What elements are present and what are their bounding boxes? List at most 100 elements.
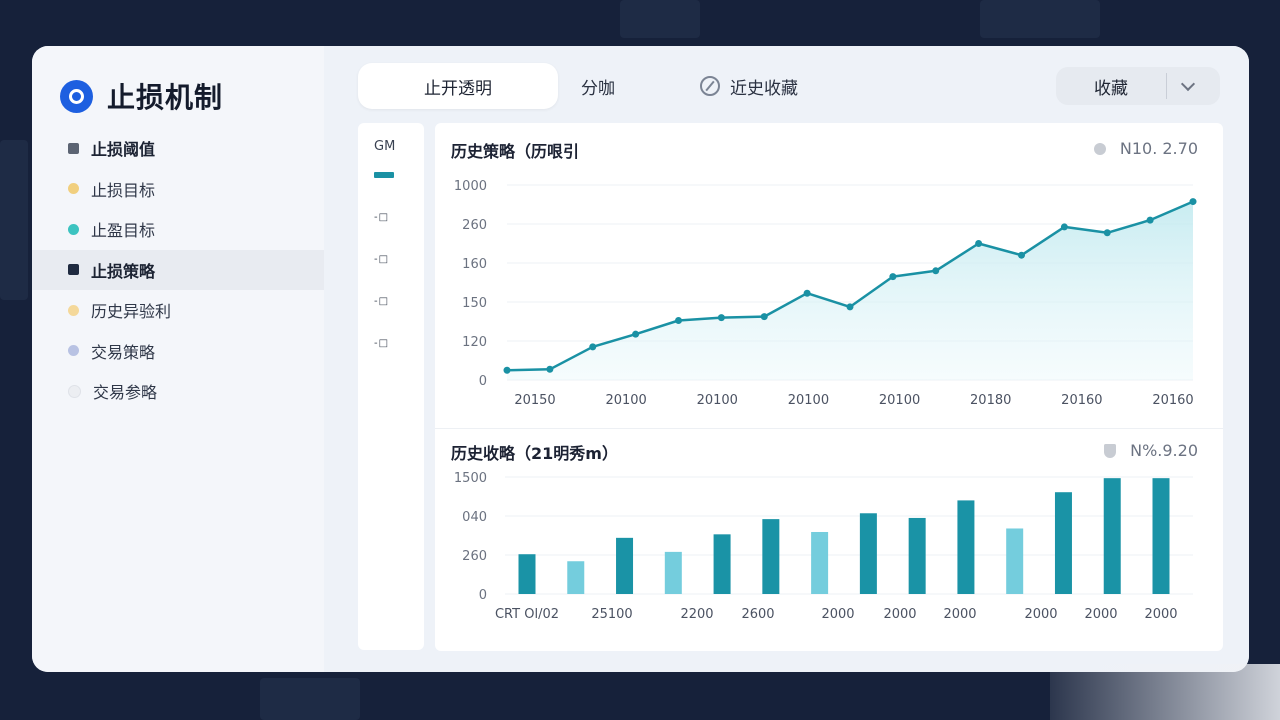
data-point xyxy=(503,366,511,374)
charts-panel: 历史策略（历哏引 N10. 2.70 0 120 150 160 260 1000 2015… xyxy=(435,123,1223,651)
line-chart-title: 历史策略（历哏引 xyxy=(451,142,580,161)
dot-icon xyxy=(1093,142,1106,155)
sidebar-item-label: 止损目标 xyxy=(91,180,156,200)
bullet-icon xyxy=(68,304,79,316)
tab-split[interactable]: 分咖 xyxy=(581,63,615,109)
data-point xyxy=(589,343,597,351)
bullet-icon xyxy=(68,183,79,194)
series-toggle[interactable]: -□ xyxy=(374,212,389,223)
x-tick-label: 2200 xyxy=(680,607,713,622)
ring-logo-icon xyxy=(60,79,93,113)
sidebar-item-label: 交易参略 xyxy=(93,383,158,402)
sidebar: 止损机制 止损阈值止损目标止盈目标止损策略历史异验利交易策略交易参略 xyxy=(32,46,324,672)
y-tick-label: 260 xyxy=(462,549,487,564)
page-title: 止损机制 xyxy=(107,81,224,114)
x-tick-label: 2000 xyxy=(821,607,854,622)
divider xyxy=(1166,73,1167,99)
bar xyxy=(859,513,877,594)
bullet-icon xyxy=(68,264,79,275)
data-point xyxy=(1103,229,1111,237)
brand: 止损机制 xyxy=(60,76,223,116)
watermark xyxy=(1050,664,1280,720)
bar xyxy=(567,561,585,594)
bullet-icon xyxy=(68,384,81,398)
line-chart: 0 120 150 160 260 1000 20150 20100 20100 20100 201… xyxy=(454,179,1197,408)
bar xyxy=(664,551,682,594)
bar-chart-stat-value: N%.9.20 xyxy=(1130,441,1198,460)
y-tick-label: 0 xyxy=(479,374,487,389)
sidebar-item[interactable]: 止损阈值 xyxy=(32,128,324,168)
background-tile xyxy=(0,140,28,300)
main-area: 止开透明 分咖 近史收藏 收藏 GM -□ -□ -□ -□ 历史策略（历哏引 … xyxy=(328,46,1249,672)
line-chart-stat-value: N10. 2.70 xyxy=(1119,139,1198,158)
active-series-indicator[interactable] xyxy=(374,172,394,178)
main-window: 止损机制 止损阈值止损目标止盈目标止损策略历史异验利交易策略交易参略 止开透明 … xyxy=(32,46,1249,672)
x-tick-label: 20160 xyxy=(1152,393,1193,408)
series-selector-panel: GM -□ -□ -□ -□ xyxy=(358,123,424,650)
bar xyxy=(1152,478,1170,594)
divider xyxy=(435,428,1223,429)
y-tick-label: 120 xyxy=(462,335,487,350)
data-point xyxy=(803,289,811,297)
bullet-icon xyxy=(68,142,79,154)
background-tile xyxy=(260,678,360,720)
data-point xyxy=(975,240,983,247)
sidebar-item[interactable]: 交易参略 xyxy=(32,371,324,411)
y-tick-label: 0 xyxy=(479,588,487,603)
area-fill xyxy=(507,201,1193,380)
y-tick-label: 160 xyxy=(462,257,487,272)
series-toggle[interactable]: -□ xyxy=(374,254,389,265)
sidebar-nav: 止损阈值止损目标止盈目标止损策略历史异验利交易策略交易参略 xyxy=(32,128,324,412)
bar xyxy=(762,519,780,594)
line-chart-stat: N10. 2.70 xyxy=(1093,139,1198,158)
y-tick-label: 1500 xyxy=(454,471,487,486)
sidebar-item[interactable]: 止盈目标 xyxy=(32,209,324,249)
bullet-icon xyxy=(68,223,79,235)
x-tick-label: 2000 xyxy=(883,607,916,622)
bar-chart: 0 260 040 1500 CRT Ol/02 25100 2200 2600 2000 200… xyxy=(454,471,1193,622)
y-tick-label: 260 xyxy=(462,218,487,233)
data-point xyxy=(889,273,897,281)
sidebar-item-label: 止损策略 xyxy=(91,261,156,281)
tab-stop-transparent[interactable]: 止开透明 xyxy=(358,63,558,109)
bar xyxy=(713,534,731,594)
x-tick-label: 2000 xyxy=(1024,607,1057,622)
x-tick-label: 20100 xyxy=(697,393,738,408)
x-tick-label: 2600 xyxy=(741,607,774,622)
data-point xyxy=(675,317,682,325)
x-tick-label: 20100 xyxy=(879,393,920,408)
x-tick-label: 20100 xyxy=(605,393,646,408)
sidebar-item[interactable]: 止损策略 xyxy=(32,249,324,290)
data-point xyxy=(1018,251,1025,259)
bar xyxy=(518,554,536,594)
compass-icon xyxy=(700,76,720,96)
x-tick-label: 20150 xyxy=(514,393,555,408)
sidebar-item[interactable]: 交易策略 xyxy=(32,331,324,371)
background-tile xyxy=(620,0,700,38)
data-point xyxy=(1060,223,1068,231)
sidebar-item[interactable]: 历史异验利 xyxy=(32,290,324,330)
y-tick-label: 040 xyxy=(462,510,487,525)
series-selector-label: GM xyxy=(374,139,396,154)
sidebar-item-label: 止损阈值 xyxy=(91,140,156,159)
sidebar-item-label: 历史异验利 xyxy=(91,302,172,321)
data-point xyxy=(1146,216,1154,224)
bar xyxy=(957,500,975,594)
shield-icon xyxy=(1104,443,1117,458)
favorite-dropdown[interactable]: 收藏 xyxy=(1056,67,1220,105)
bar xyxy=(1054,492,1072,594)
series-toggle[interactable]: -□ xyxy=(374,296,389,307)
data-point xyxy=(717,314,725,322)
series-toggle[interactable]: -□ xyxy=(374,338,389,349)
chevron-down-icon[interactable] xyxy=(1180,76,1196,92)
sidebar-item[interactable]: 止损目标 xyxy=(32,169,324,209)
sidebar-item-label: 交易策略 xyxy=(91,342,156,362)
bar-chart-stat: N%.9.20 xyxy=(1104,441,1198,460)
x-tick-label: 2000 xyxy=(943,607,976,622)
tab-recent-favorites[interactable]: 近史收藏 xyxy=(700,63,798,109)
x-tick-label: CRT Ol/02 xyxy=(495,607,559,622)
bar xyxy=(811,531,829,594)
bar xyxy=(616,537,634,594)
data-point xyxy=(632,330,640,338)
data-point xyxy=(932,267,940,275)
